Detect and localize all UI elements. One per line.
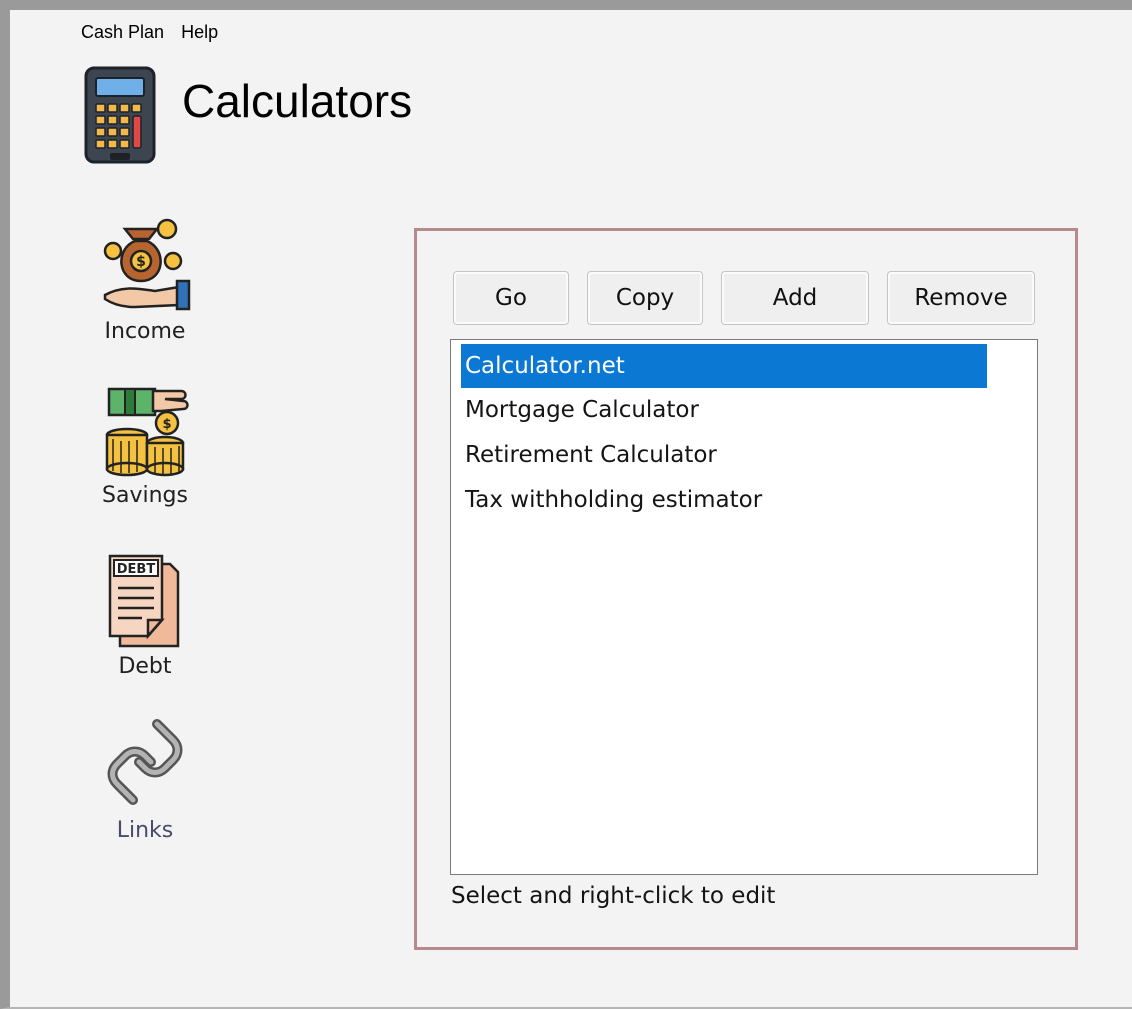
go-button[interactable]: Go xyxy=(453,271,569,325)
list-item[interactable]: Calculator.net xyxy=(461,344,987,388)
nav-label-debt: Debt xyxy=(118,654,172,679)
svg-text:$: $ xyxy=(162,417,171,432)
menu-help[interactable]: Help xyxy=(181,22,218,42)
add-button[interactable]: Add xyxy=(721,271,869,325)
list-item[interactable]: Retirement Calculator xyxy=(461,433,717,477)
nav-item-debt[interactable]: DEBT Debt xyxy=(80,550,210,679)
list-item[interactable]: Mortgage Calculator xyxy=(461,388,699,432)
nav-label-savings: Savings xyxy=(102,483,188,508)
menu-cash-plan[interactable]: Cash Plan xyxy=(81,22,164,42)
nav-item-savings[interactable]: $ Savings xyxy=(80,385,210,508)
list-item[interactable]: Tax withholding estimator xyxy=(461,478,762,522)
debt-document-icon: DEBT xyxy=(108,554,180,648)
chain-link-icon xyxy=(107,719,183,805)
menu-bar: Cash Plan Help xyxy=(81,22,230,43)
nav-label-income: Income xyxy=(104,319,186,344)
debt-icon-text: DEBT xyxy=(117,562,156,577)
nav-item-income[interactable]: $ Income xyxy=(80,215,210,344)
copy-button[interactable]: Copy xyxy=(587,271,703,325)
nav-label-links: Links xyxy=(116,818,174,843)
page-title: Calculators xyxy=(182,75,413,127)
svg-text:$: $ xyxy=(136,254,146,270)
coins-cash-icon: $ xyxy=(105,387,189,477)
app-window: Cash Plan Help Calculators $ Income $ Sa… xyxy=(0,0,1132,1009)
remove-button[interactable]: Remove xyxy=(887,271,1035,325)
edit-hint: Select and right-click to edit xyxy=(451,883,776,909)
money-bag-hand-icon: $ xyxy=(103,218,191,311)
links-panel: Go Copy Add Remove Calculator.net Mortga… xyxy=(414,228,1078,950)
links-listbox[interactable]: Calculator.net Mortgage Calculator Retir… xyxy=(450,339,1038,875)
calculator-icon xyxy=(82,66,158,166)
nav-item-links[interactable]: Links xyxy=(80,710,210,843)
